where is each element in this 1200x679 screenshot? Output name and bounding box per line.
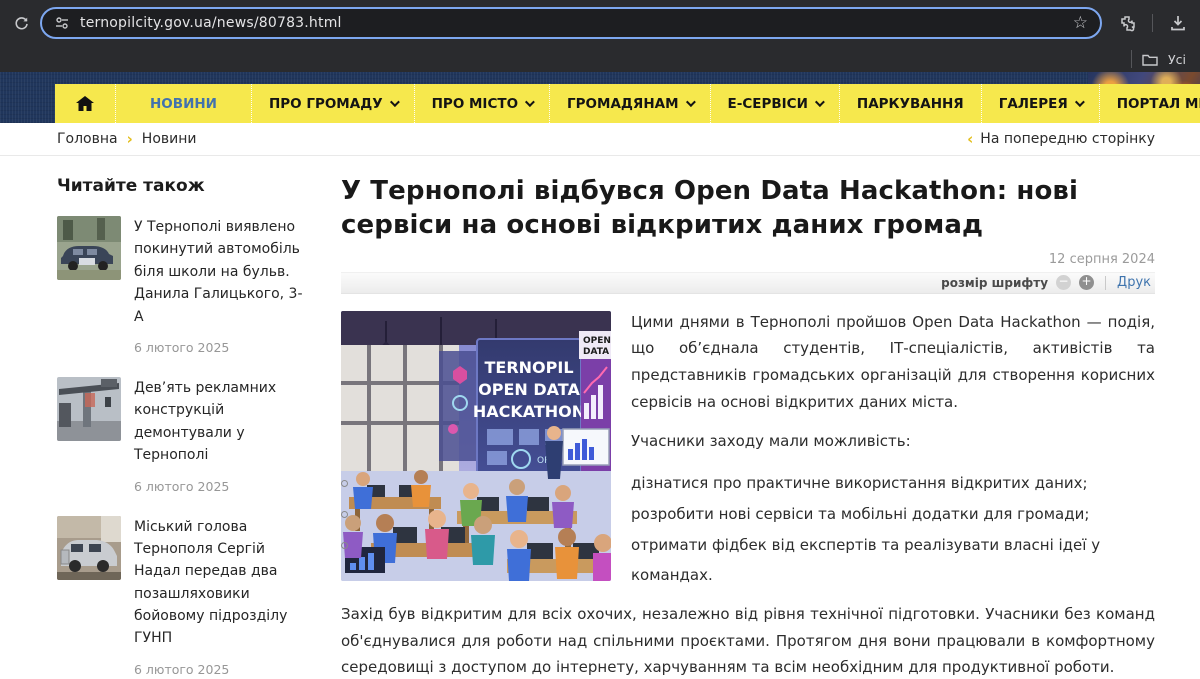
back-to-previous-link[interactable]: ‹ На попередню сторінку [967,130,1155,148]
breadcrumb-chevron-icon: › [127,130,133,148]
home-icon [75,95,95,112]
news-item-date: 6 лютого 2025 [134,340,306,355]
nav-e-services-label: Е-СЕРВІСИ [728,96,808,112]
news-item-date: 6 лютого 2025 [134,662,306,677]
nav-pro-misto-label: ПРО МІСТО [432,96,518,112]
article-toolbar: розмір шрифту − + Друк [341,272,1155,294]
bullet-item: розробити нові сервіси та мобільні додат… [341,499,1155,530]
breadcrumb-row: Головна › Новини ‹ На попередню сторінку [0,123,1200,156]
list-item[interactable]: Міський голова Тернополя Сергій Надал пе… [57,516,306,677]
url-text[interactable]: ternopilcity.gov.ua/news/80783.html [80,15,1073,31]
extensions-icon[interactable] [1116,12,1138,34]
chevron-down-icon [685,97,695,107]
all-bookmarks-label[interactable]: Усі [1168,52,1186,67]
site-settings-icon[interactable] [54,16,70,30]
list-item[interactable]: Дев’ять рекламних конструкцій демонтувал… [57,377,306,494]
image-corner-open: OPEN [583,336,611,346]
nav-resident-portal[interactable]: ПОРТАЛ МЕШКАНЦЯ [1099,84,1200,123]
image-corner-data: DATA [583,347,609,357]
page-title: У Тернополі відбувся Open Data Hackathon… [341,174,1155,243]
image-text-hackathon: HACKATHON [473,402,585,421]
browser-toolbar: ternopilcity.gov.ua/news/80783.html ☆ [0,0,1200,46]
font-size-label: розмір шрифту [941,276,1048,290]
bookmarks-folder-icon[interactable] [1142,53,1158,66]
nav-hromadianam-label: ГРОМАДЯНАМ [567,96,678,112]
main-navigation: НОВИНИ ПРО ГРОМАДУ ПРО МІСТО ГРОМАДЯНАМ … [55,84,1200,123]
image-text-open-data: OPEN DATA [478,380,580,399]
bullet-item: дізнатися про практичне використання від… [341,468,1155,499]
downloads-icon[interactable] [1167,12,1189,34]
news-item-date: 6 лютого 2025 [134,479,306,494]
toolbar-separator [1105,276,1106,290]
bookmark-star-icon[interactable]: ☆ [1073,13,1088,33]
nav-gallery-label: ГАЛЕРЕЯ [999,96,1068,112]
browser-chrome: ternopilcity.gov.ua/news/80783.html ☆ Ус… [0,0,1200,72]
breadcrumb-current: Новини [142,131,197,147]
nav-news[interactable]: НОВИНИ [115,84,251,123]
toolbar-divider [1152,14,1153,32]
article-date: 12 серпня 2024 [341,252,1155,267]
site-header-band: НОВИНИ ПРО ГРОМАДУ ПРО МІСТО ГРОМАДЯНАМ … [0,72,1200,123]
news-thumbnail-suv [57,516,121,580]
news-item-title[interactable]: Дев’ять рекламних конструкцій демонтувал… [134,377,306,467]
bullet-item: отримати фідбек від експертів та реалізу… [341,530,1155,592]
article-body: TERNOPIL OPEN DATA HACKATHON OPEN DATA O… [341,309,1155,679]
chevron-down-icon [390,97,400,107]
nav-pro-hromadu[interactable]: ПРО ГРОМАДУ [251,84,414,123]
image-text-ternopil: TERNOPIL [484,358,573,377]
nav-parking[interactable]: ПАРКУВАННЯ [839,84,981,123]
news-thumbnail-abandoned-car [57,216,121,280]
nav-e-services[interactable]: Е-СЕРВІСИ [710,84,839,123]
nav-news-label: НОВИНИ [150,96,217,112]
article: У Тернополі відбувся Open Data Hackathon… [341,174,1155,679]
article-bullet-list: дізнатися про практичне використання від… [341,468,1155,591]
breadcrumb-home[interactable]: Головна [57,131,118,147]
sidebar: Читайте також У Тернополі виявлено покин… [57,174,306,679]
chevron-down-icon [525,97,535,107]
chevron-left-icon: ‹ [967,130,973,148]
chevron-down-icon [815,97,825,107]
breadcrumb: Головна › Новини [57,130,197,148]
bookmarks-divider [1131,50,1132,68]
list-item[interactable]: У Тернополі виявлено покинутий автомобіл… [57,216,306,355]
nav-parking-label: ПАРКУВАННЯ [857,96,964,112]
chevron-down-icon [1075,97,1085,107]
url-bar[interactable]: ternopilcity.gov.ua/news/80783.html ☆ [40,7,1102,39]
font-increase-button[interactable]: + [1079,275,1094,290]
nav-hromadianam[interactable]: ГРОМАДЯНАМ [549,84,709,123]
article-paragraph-3: Захід був відкритим для всіх охочих, нез… [341,601,1155,679]
nav-resident-portal-label: ПОРТАЛ МЕШКАНЦЯ [1117,96,1200,112]
nav-home[interactable] [55,84,115,123]
news-thumbnail-billboard-crane [57,377,121,441]
read-also-heading: Читайте також [57,176,306,196]
nav-pro-hromadu-label: ПРО ГРОМАДУ [269,96,383,112]
news-item-title[interactable]: Міський голова Тернополя Сергій Надал пе… [134,516,306,650]
nav-pro-misto[interactable]: ПРО МІСТО [414,84,549,123]
nav-gallery[interactable]: ГАЛЕРЕЯ [981,84,1099,123]
print-link[interactable]: Друк [1117,275,1151,290]
back-link-label: На попередню сторінку [980,131,1155,147]
reload-icon[interactable] [10,12,32,34]
bookmarks-bar: Усі [0,46,1200,72]
font-decrease-button[interactable]: − [1056,275,1071,290]
news-item-title[interactable]: У Тернополі виявлено покинутий автомобіл… [134,216,306,328]
